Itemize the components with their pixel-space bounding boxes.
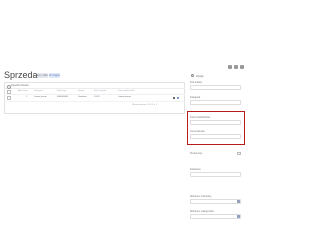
product-code-input[interactable] [190, 85, 241, 90]
field-label: Preferencje [190, 152, 203, 155]
field-label: Kod towaru [190, 81, 203, 84]
column-header[interactable]: Kategoria [34, 90, 43, 92]
status-dot [173, 96, 175, 99]
bell-icon[interactable] [228, 65, 232, 69]
supplier-select[interactable] [190, 172, 241, 177]
preferences-toggle[interactable] [237, 151, 241, 155]
row-group: Dowolne [78, 95, 87, 98]
calendar-icon[interactable] [237, 200, 240, 203]
column-header[interactable]: Kod mag. [57, 90, 66, 92]
grid-icon[interactable] [234, 65, 238, 69]
card-title: Sposób dostaw [11, 84, 29, 87]
pagination-text: Pokaż wiersze: 10 1-1 z 1 [132, 104, 158, 106]
panel-title: Opcje [196, 73, 204, 78]
edit-icon[interactable] [177, 96, 179, 99]
field-label: Kategoria [190, 96, 201, 99]
divider [4, 93, 185, 94]
max-volume-input[interactable] [190, 214, 241, 219]
status-badge: W magazynie [49, 72, 60, 78]
user-icon[interactable] [240, 65, 244, 69]
field-label: Wolumen minimalny [190, 195, 212, 198]
column-header[interactable]: Akcesoria [18, 90, 28, 92]
field-label: Dostawca [190, 168, 201, 171]
card-header [4, 82, 185, 89]
row-checkbox[interactable] [7, 96, 11, 100]
column-header[interactable]: Ilość zamów [94, 90, 106, 92]
status-badge: Ext. rollback [37, 72, 48, 78]
category-select[interactable] [190, 100, 241, 105]
min-volume-input[interactable] [190, 199, 241, 204]
row-name[interactable]: Lorem ipsum [34, 96, 47, 98]
row-qty: 13:19 [94, 95, 100, 98]
divider [4, 101, 185, 102]
row-owner: Lorem ipsum [118, 95, 131, 98]
highlight-box [187, 111, 245, 145]
field-label: Wolumen maksymalny [190, 210, 215, 213]
row-id: 1 [26, 95, 28, 98]
settings-icon [191, 74, 194, 77]
column-header[interactable]: Grupa [78, 90, 84, 92]
column-header[interactable]: Dane właściciela [118, 90, 134, 92]
calendar-icon[interactable] [237, 215, 240, 218]
row-code: 000000000 [57, 95, 68, 98]
